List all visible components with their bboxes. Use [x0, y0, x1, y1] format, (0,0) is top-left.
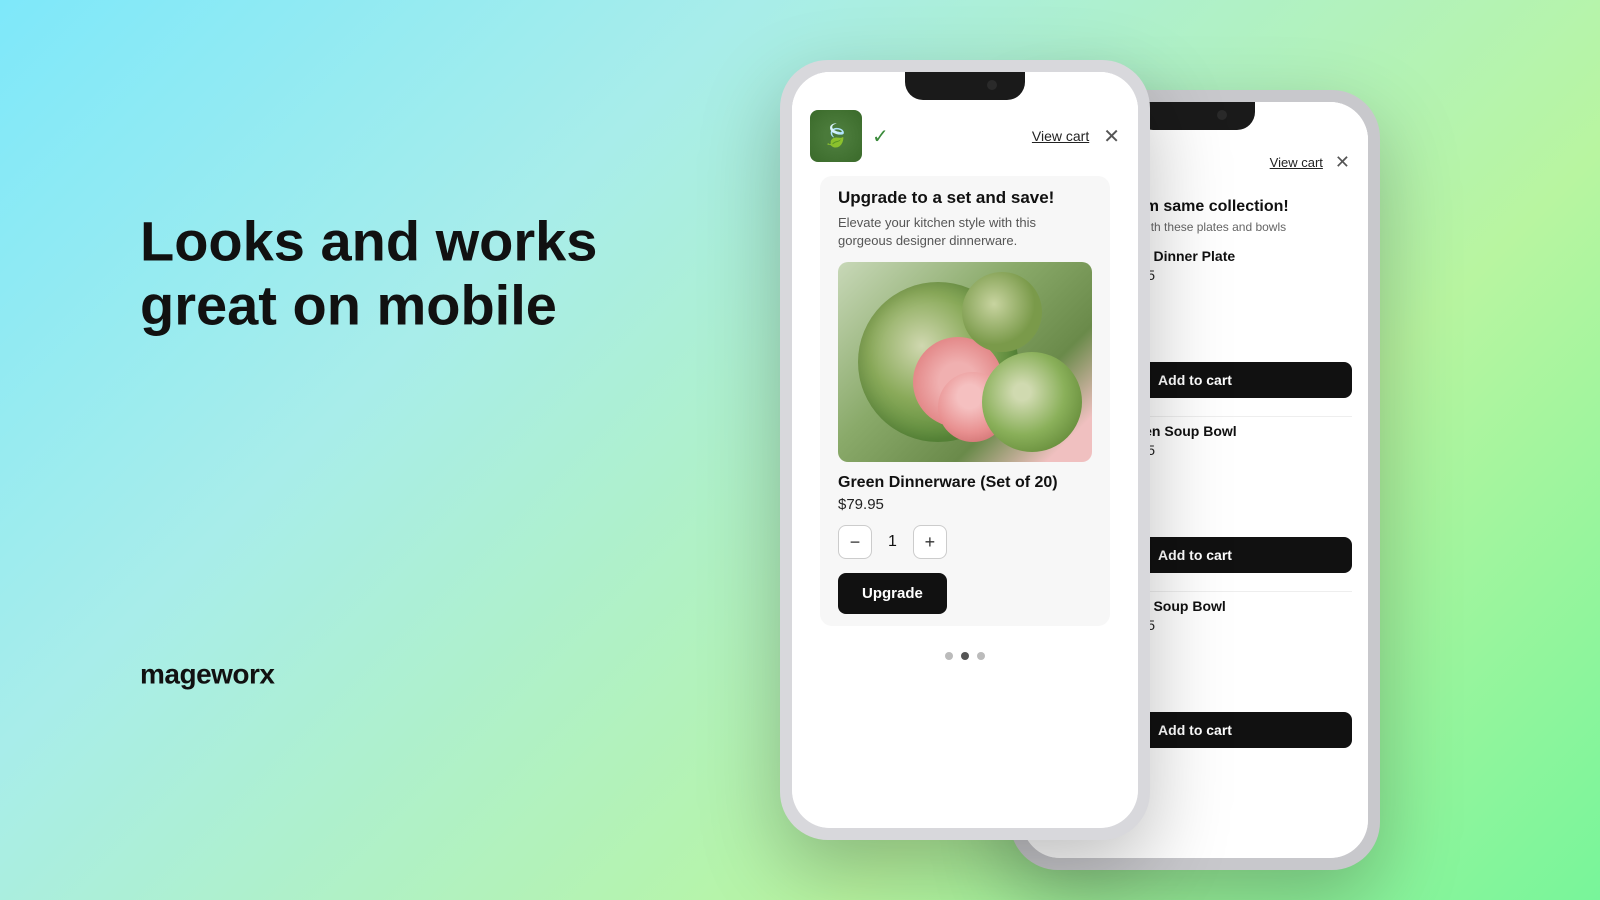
phone-1-close-button[interactable]: ✕: [1103, 124, 1120, 149]
phone-1-qty-decrease-button[interactable]: −: [838, 525, 872, 559]
phone-2-close-button[interactable]: ✕: [1335, 152, 1350, 173]
phone-1-view-cart-link[interactable]: View cart: [1032, 128, 1089, 144]
phone-1-thumb-container: 🍃: [810, 110, 862, 162]
phone-1-camera: [987, 80, 997, 90]
phone-2-product-1-name: Pink Dinner Plate: [1120, 248, 1352, 264]
phone-1-product-image: [838, 262, 1092, 462]
phone-2-product-2-name: Green Soup Bowl: [1120, 423, 1352, 439]
phone-1-quantity-row: − 1 +: [838, 525, 1092, 559]
phone-1-thumb-image: 🍃: [810, 110, 862, 162]
phone-2-product-2-price: $8.95: [1120, 442, 1352, 458]
phone-2-product-3-price: $8.95: [1120, 617, 1352, 633]
phone-2-product-1-price: $9.95: [1120, 267, 1352, 283]
phone-2-product-3-info: Pink Soup Bowl $8.95: [1120, 598, 1352, 668]
phone-2-product-2-info: Green Soup Bowl $8.95: [1120, 423, 1352, 493]
phone-1-checkmark-icon: ✓: [872, 124, 889, 149]
headline-line2: great on mobile: [140, 274, 557, 337]
left-content: Looks and works great on mobile mageworx: [140, 210, 597, 691]
phone-1-plate-scene: [838, 262, 1092, 462]
phone-1-qty-value: 1: [888, 533, 897, 551]
phone-1-content: 🍃 ✓ View cart ✕ Upgrade to a set and sav…: [792, 72, 1138, 828]
phone-2-product-1-info: Pink Dinner Plate $9.95: [1120, 248, 1352, 318]
phone-2-notch: [1135, 102, 1255, 130]
headline-line1: Looks and works: [140, 210, 597, 273]
phone-1-card: Upgrade to a set and save! Elevate your …: [820, 176, 1110, 626]
phone-2-camera: [1217, 110, 1227, 120]
headline: Looks and works great on mobile: [140, 210, 597, 339]
phone-1-bowl-2: [982, 352, 1082, 452]
phones-container: ✓ View cart ✕ Grab more from same collec…: [700, 0, 1600, 900]
phone-1-plate-small: [962, 272, 1042, 352]
phone-1-upgrade-button[interactable]: Upgrade: [838, 573, 947, 614]
phone-1-card-title: Upgrade to a set and save!: [838, 188, 1092, 208]
phone-1-card-wrapper: Upgrade to a set and save! Elevate your …: [792, 176, 1138, 636]
phone-1-product-name: Green Dinnerware (Set of 20): [838, 474, 1092, 492]
phone-1: 🍃 ✓ View cart ✕ Upgrade to a set and sav…: [780, 60, 1150, 840]
brand-logo: mageworx: [140, 658, 597, 690]
phone-1-product-price: $79.95: [838, 496, 1092, 513]
phone-1-dot-3: [977, 652, 985, 660]
phone-1-notch: [905, 72, 1025, 100]
phone-1-card-description: Elevate your kitchen style with this gor…: [838, 214, 1092, 250]
phone-1-qty-increase-button[interactable]: +: [913, 525, 947, 559]
phone-1-dot-1: [945, 652, 953, 660]
phone-2-view-cart-link[interactable]: View cart: [1270, 155, 1323, 170]
phone-2-product-3-name: Pink Soup Bowl: [1120, 598, 1352, 614]
phone-1-screen: 🍃 ✓ View cart ✕ Upgrade to a set and sav…: [792, 72, 1138, 828]
phone-1-dot-2: [961, 652, 969, 660]
phone-1-dots-indicator: [792, 642, 1138, 670]
